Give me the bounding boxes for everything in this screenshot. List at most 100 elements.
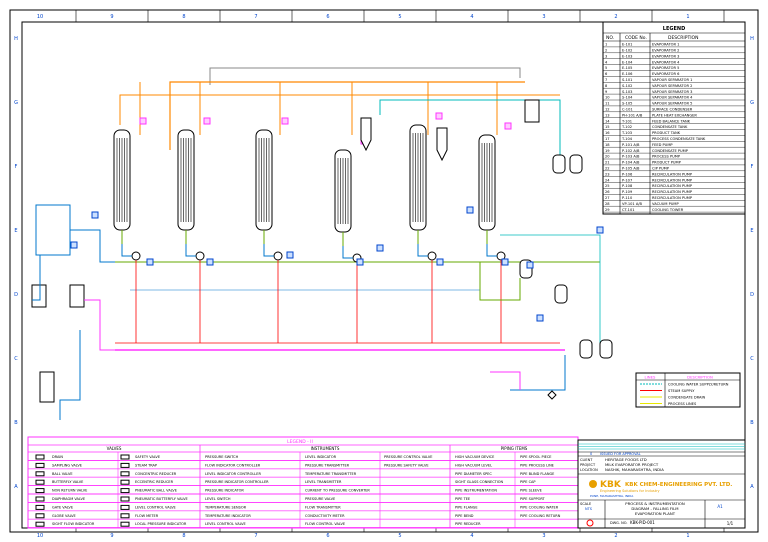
pump-suction	[342, 246, 353, 259]
legend-description: CONDENSATE TANK	[652, 125, 688, 129]
dwg-no: KBK-PID-001	[630, 520, 655, 525]
legend-item: SAFETY VALVE	[135, 455, 160, 459]
legend-item: LEVEL INDICATOR CONTROLLER	[205, 472, 261, 476]
legend-item: LEVEL CONTROL VALVE	[205, 522, 246, 526]
legend-item: PRESSURE INDICATOR CONTROLLER	[205, 480, 269, 484]
legend-code: S-101	[622, 78, 632, 82]
valve-symbol-icon	[120, 521, 130, 527]
legend-code: S-105	[622, 102, 632, 106]
legend-no: 15	[605, 125, 610, 129]
legend-description: RECIRCULATION PUMP	[652, 196, 693, 200]
valve-symbol-icon	[35, 454, 45, 460]
legend-no: 7	[605, 78, 607, 82]
valve-symbol-icon	[35, 513, 45, 519]
product-transfer-line	[479, 262, 521, 301]
grid-letter-left: A	[14, 484, 18, 490]
valve-symbol-icon	[35, 496, 45, 502]
scale-value: NTS	[585, 507, 593, 511]
valve-symbol-icon	[35, 462, 45, 468]
grid-number-top: 7	[254, 14, 257, 20]
legend-item: PIPE SPOOL PIECE	[520, 455, 552, 459]
recirculation-pump-icon	[273, 251, 283, 261]
pid-drawing-sheet: 10 10 9 9 8 8 7 7 6 6 5 5 4 4 3 3 2 2 1 1 H H G G F F E E D D C C B B A A LE…	[0, 0, 768, 542]
valve-symbol-icon	[120, 504, 130, 510]
legend-item: GLOBE VALVE	[52, 514, 76, 518]
company-logo-icon	[589, 480, 597, 488]
legend-no: 22	[605, 167, 610, 171]
legend-description: SURFACE CONDENSER	[652, 108, 693, 112]
grid-number-bottom: 5	[398, 533, 401, 539]
legend-no: 10	[605, 96, 610, 100]
legend-item: FLOW METER	[135, 514, 159, 518]
instrument-tag-icon	[281, 117, 289, 125]
instrument-bubble	[466, 206, 474, 214]
legend-item: TEMPERATURE TRANSMITTER	[304, 472, 357, 476]
legend-item: FLOW CONTROL VALVE	[305, 522, 345, 526]
grid-letter-left: G	[14, 100, 18, 106]
valve-symbol-icon	[120, 471, 130, 477]
legend-item: BALL VALVE	[52, 472, 73, 476]
instrument-bubble	[356, 258, 364, 266]
legend-code: PH-101 A/B	[622, 113, 643, 117]
grid-letter-left: E	[14, 228, 17, 234]
product-tank	[39, 371, 55, 403]
legend-code: E-105	[622, 66, 632, 70]
grid-number-bottom: 3	[542, 533, 545, 539]
valve-symbol-icon	[35, 479, 45, 485]
valve-symbol-icon	[35, 488, 45, 494]
legend-no: 18	[605, 143, 610, 147]
legend-no: 2	[605, 49, 607, 53]
legend-description: EVAPORATOR 4	[652, 60, 680, 64]
legend-item: LEVEL CONTROL VALVE	[135, 505, 176, 509]
pump-suction	[121, 244, 132, 257]
legend-code: P-105 A/B	[622, 167, 640, 171]
legend-no: 23	[605, 172, 610, 176]
bottom-legend-title: LEGEND - II	[287, 439, 313, 445]
legend-description: FEED PUMP	[652, 143, 673, 147]
legend-item: SIGHT GLASS CONNECTION	[455, 480, 504, 484]
instrument-bubble	[596, 226, 604, 234]
line-legend-header: LINES	[645, 375, 656, 380]
legend-no: 28	[605, 202, 610, 206]
legend-no: 26	[605, 190, 610, 194]
cip-supply-line	[490, 371, 521, 390]
grid-number-bottom: 6	[326, 533, 329, 539]
process-tank-6	[599, 339, 613, 359]
legend-item: PRESSURE SAFETY VALVE	[384, 463, 429, 467]
legend-title: LEGEND	[663, 26, 685, 32]
legend-item: CONDUCTIVITY METER	[305, 514, 345, 518]
legend-code: P-110	[622, 196, 633, 200]
legend-code: E-106	[622, 72, 633, 76]
sheet-number: 1/1	[727, 521, 734, 526]
legend-item: LEVEL INDICATOR	[305, 455, 337, 459]
recirculation-pump-icon	[195, 251, 205, 261]
instrument-bubble	[501, 258, 509, 266]
instrument-tag-icon	[139, 117, 147, 125]
grid-letter-right: E	[750, 228, 753, 234]
legend-item: PIPE FLANGE	[455, 505, 478, 509]
legend-item: CURRENT TO PRESSURE CONVERTER	[305, 489, 370, 493]
legend-description: PROCESS CONDENSATE TANK	[652, 137, 706, 141]
valve-symbol-icon	[120, 479, 130, 485]
legend-item: PNEUMATIC BALL VALVE	[135, 489, 177, 493]
legend-code: E-101	[622, 43, 632, 47]
legend-item: NON RETURN VALVE	[52, 489, 87, 493]
legend-item: GATE VALVE	[52, 505, 73, 509]
legend-description: FEED BALANCE TANK	[652, 119, 691, 123]
grid-number-top: 6	[326, 14, 329, 20]
legend-description: EVAPORATOR 2	[652, 49, 679, 53]
legend-description: EVAPORATOR 1	[652, 43, 679, 47]
plate-heat-exchanger-b	[69, 284, 85, 308]
valve-symbol-icon	[35, 471, 45, 477]
plate-heat-exchanger-a	[31, 284, 47, 308]
grid-letter-left: C	[14, 356, 18, 362]
instrument-bubble	[436, 258, 444, 266]
legend-item: SIGHT FLOW INDICATOR	[52, 522, 95, 526]
legend-item: PIPE PROCESS LINE	[520, 463, 554, 467]
valve-symbol-icon	[120, 454, 130, 460]
legend-item: PIPE CAP	[520, 480, 536, 484]
valve-symbol-icon	[120, 513, 130, 519]
line-legend-label: STEAM SUPPLY	[668, 389, 695, 393]
legend-item: DIAPHRAGM VALVE	[52, 497, 85, 501]
legend-no: 24	[605, 178, 610, 182]
